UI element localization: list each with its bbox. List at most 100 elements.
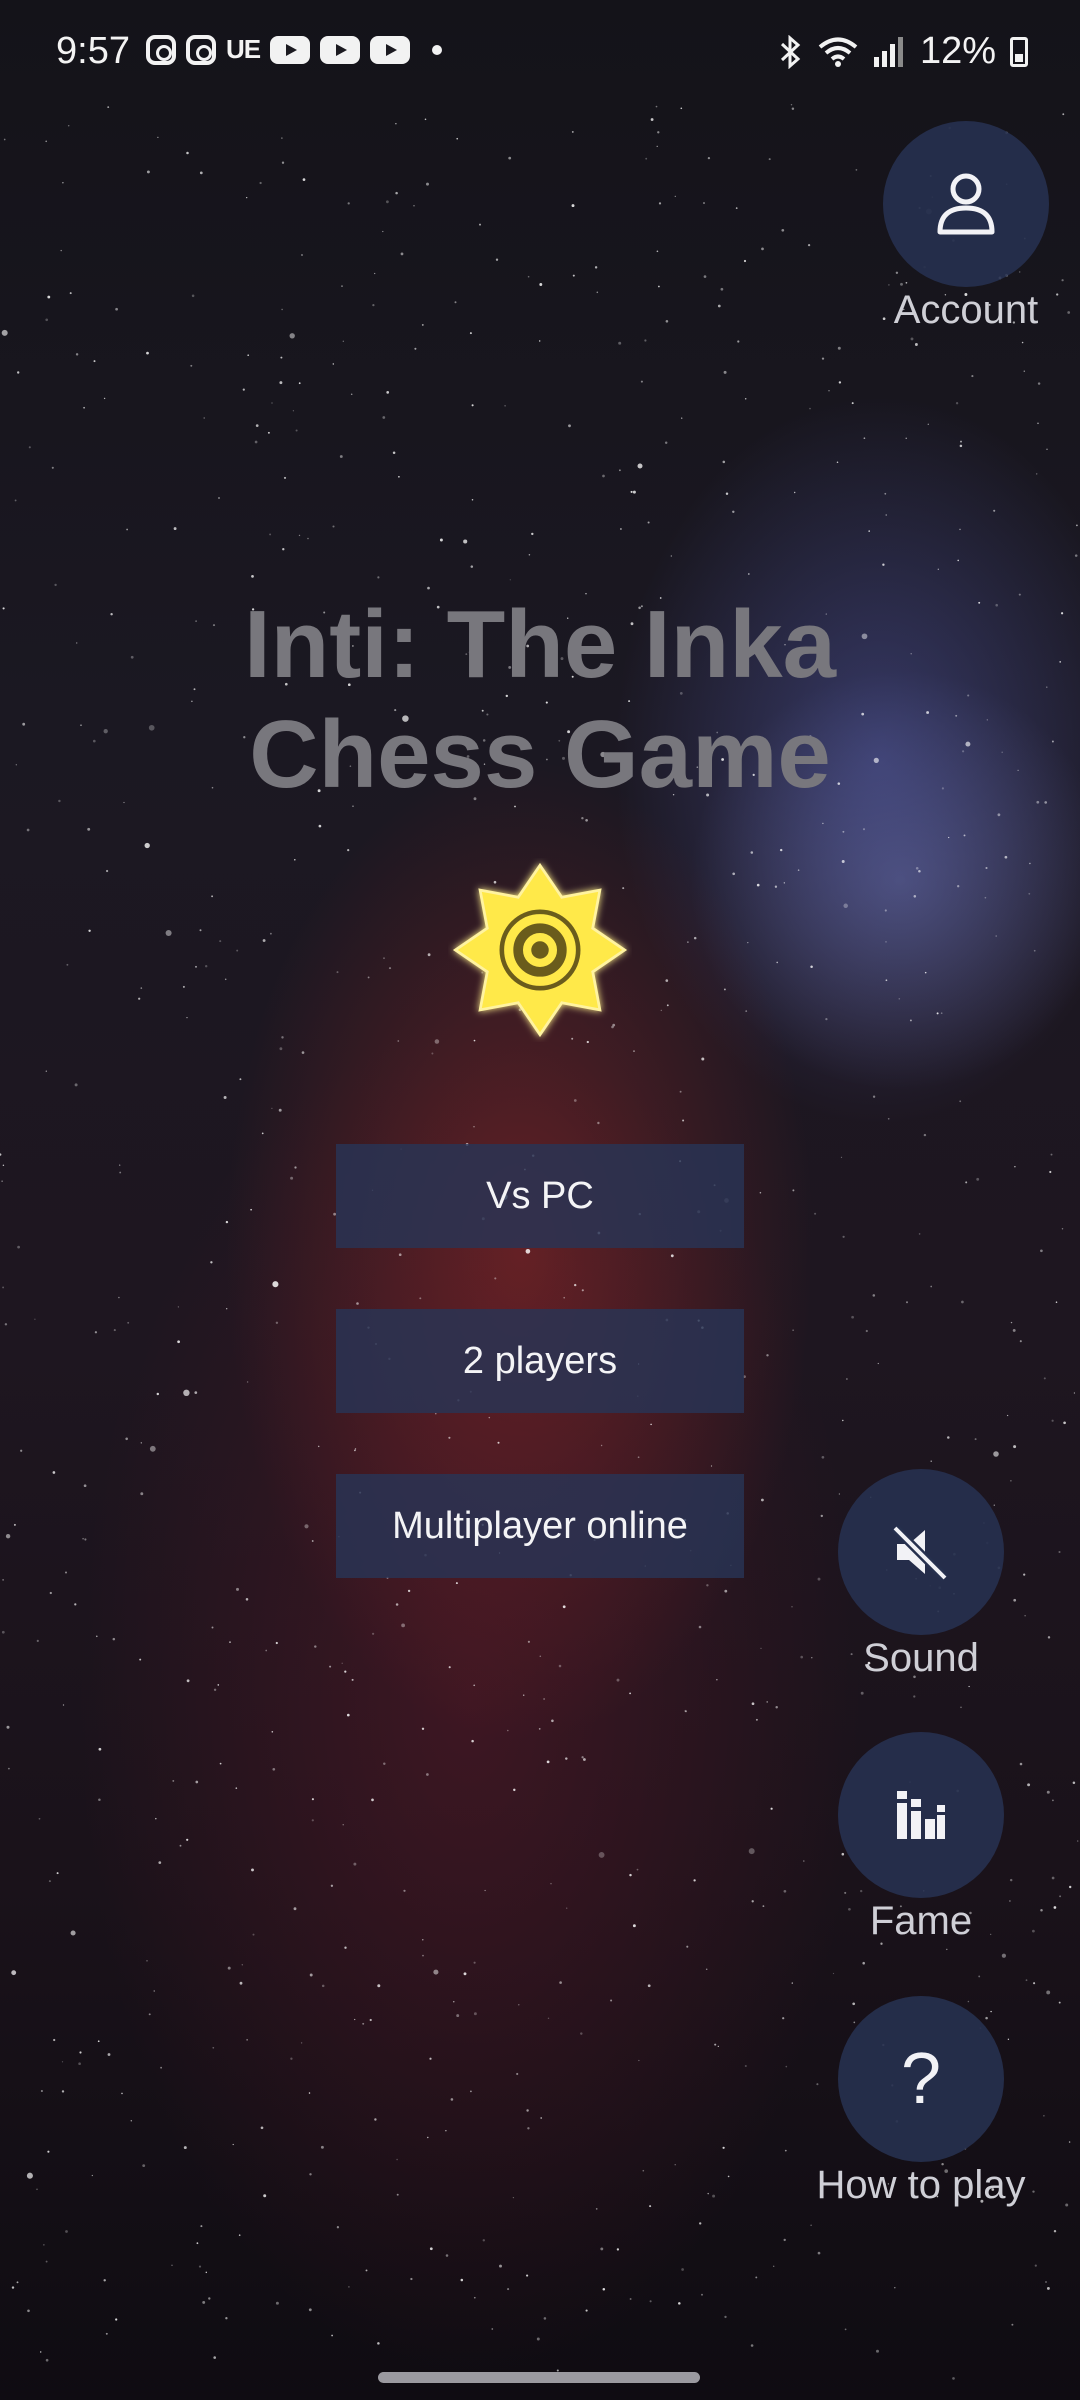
star <box>1051 1419 1054 1422</box>
star <box>546 1760 550 1764</box>
home-indicator[interactable] <box>378 2372 700 2383</box>
star <box>985 2016 988 2020</box>
star <box>382 416 386 419</box>
star <box>112 1637 116 1641</box>
star <box>990 2010 992 2013</box>
star <box>526 2109 529 2112</box>
star <box>91 2174 93 2177</box>
vs-pc-button[interactable]: Vs PC <box>336 1144 744 1248</box>
star <box>581 1756 584 1759</box>
star <box>707 2192 709 2195</box>
star <box>633 1050 635 1052</box>
star <box>40 2089 43 2093</box>
star <box>28 446 31 449</box>
star <box>1046 2286 1050 2290</box>
star <box>872 1095 876 1098</box>
star <box>568 424 571 428</box>
star <box>913 895 917 898</box>
star <box>1017 769 1019 772</box>
star <box>239 1981 243 1985</box>
star <box>251 575 254 578</box>
star <box>751 1702 755 1706</box>
star <box>851 402 854 405</box>
star <box>665 979 669 982</box>
star <box>910 653 912 655</box>
star <box>838 381 842 384</box>
star <box>656 250 659 253</box>
star <box>783 1889 787 1893</box>
star <box>986 719 988 721</box>
star <box>395 123 397 125</box>
star <box>960 440 962 443</box>
star <box>860 1889 863 1893</box>
star <box>107 106 110 109</box>
sound-button[interactable] <box>838 1469 1004 1635</box>
star <box>885 514 887 516</box>
star <box>807 243 811 247</box>
star <box>491 2328 494 2330</box>
star <box>473 1961 476 1964</box>
star <box>550 1882 552 1885</box>
star <box>538 1728 541 1730</box>
star <box>330 1884 334 1887</box>
star <box>809 407 811 410</box>
star <box>658 285 660 288</box>
star <box>281 137 283 139</box>
star <box>371 1632 375 1635</box>
star <box>1068 2141 1071 2143</box>
fame-label: Fame <box>869 1899 973 1943</box>
star <box>640 380 643 383</box>
star <box>832 1972 835 1975</box>
star <box>968 1685 970 1688</box>
star <box>817 1577 821 1581</box>
star <box>722 460 726 464</box>
star <box>194 1391 198 1394</box>
star <box>1032 1929 1035 1933</box>
star <box>356 1302 359 1305</box>
star <box>877 1362 879 1365</box>
star <box>499 2264 502 2268</box>
star <box>205 2271 208 2274</box>
star <box>665 320 669 323</box>
star <box>336 971 339 974</box>
multiplayer-online-button[interactable]: Multiplayer online <box>336 1474 744 1578</box>
star <box>638 2059 640 2062</box>
star <box>810 965 813 969</box>
star <box>47 2150 50 2153</box>
star <box>619 528 622 530</box>
star <box>454 301 457 304</box>
star <box>196 2242 199 2245</box>
star <box>410 2277 413 2281</box>
star <box>311 1819 314 1822</box>
star <box>1051 1876 1055 1880</box>
star <box>963 834 966 837</box>
two-players-button[interactable]: 2 players <box>336 1309 744 1413</box>
star <box>714 2043 717 2046</box>
star <box>456 2014 460 2018</box>
star <box>985 866 988 870</box>
star <box>171 2264 173 2266</box>
star <box>62 181 64 184</box>
star <box>142 2164 146 2168</box>
star <box>13 1523 16 1526</box>
how-to-play-button[interactable]: ? <box>838 1996 1004 2162</box>
star <box>82 1537 84 1540</box>
star <box>779 848 783 852</box>
star <box>419 1297 422 1300</box>
account-button[interactable] <box>883 121 1049 287</box>
star <box>426 1773 429 1776</box>
star <box>260 2126 264 2130</box>
star <box>924 971 927 974</box>
star <box>346 1713 350 1717</box>
star <box>208 2297 211 2300</box>
star <box>862 828 866 831</box>
star <box>278 1108 282 1112</box>
fame-button[interactable] <box>838 1732 1004 1898</box>
star <box>885 979 888 982</box>
star <box>456 137 459 140</box>
speaker-muted-icon <box>891 1524 949 1582</box>
star <box>123 801 125 804</box>
star <box>279 381 283 385</box>
star <box>471 498 474 501</box>
star <box>450 2098 454 2101</box>
